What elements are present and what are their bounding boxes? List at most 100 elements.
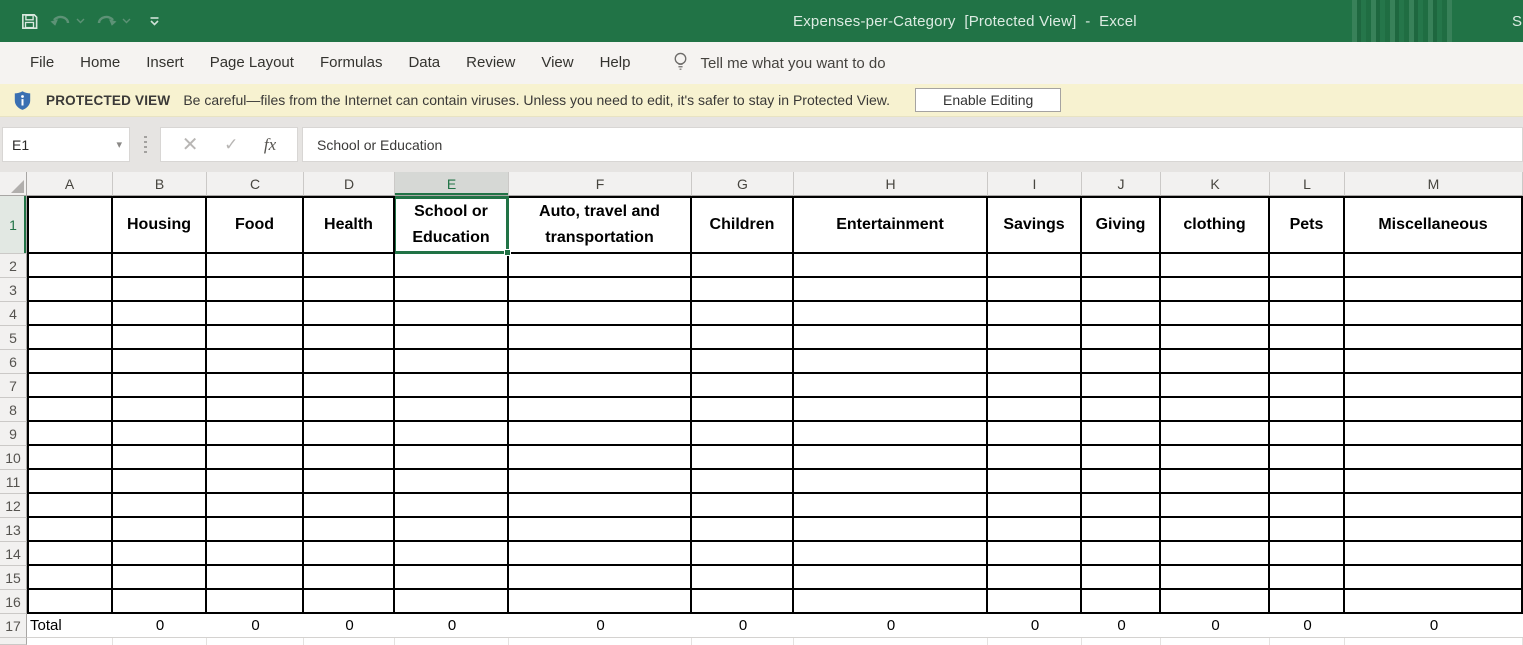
cell-B3[interactable] <box>113 278 207 302</box>
cell-B9[interactable] <box>113 422 207 446</box>
cell-F11[interactable] <box>509 470 692 494</box>
cell-F13[interactable] <box>509 518 692 542</box>
cell-I16[interactable] <box>988 590 1082 614</box>
cell-M16[interactable] <box>1345 590 1523 614</box>
cell-H18[interactable] <box>794 638 988 645</box>
column-header-H[interactable]: H <box>794 172 988 196</box>
cell-A14[interactable] <box>27 542 113 566</box>
cell-K11[interactable] <box>1161 470 1270 494</box>
cell-J12[interactable] <box>1082 494 1161 518</box>
cell-A18[interactable] <box>27 638 113 645</box>
tab-insert[interactable]: Insert <box>133 42 197 84</box>
cell-K14[interactable] <box>1161 542 1270 566</box>
cell-F10[interactable] <box>509 446 692 470</box>
cell-E6[interactable] <box>395 350 509 374</box>
row-header-11[interactable]: 11 <box>0 470 27 494</box>
cell-F3[interactable] <box>509 278 692 302</box>
cell-L15[interactable] <box>1270 566 1345 590</box>
cell-D3[interactable] <box>304 278 395 302</box>
cell-D14[interactable] <box>304 542 395 566</box>
name-box[interactable]: E1 ▾ <box>2 127 130 162</box>
cell-D17[interactable]: 0 <box>304 614 395 638</box>
cell-M17[interactable]: 0 <box>1345 614 1523 638</box>
enable-editing-button[interactable]: Enable Editing <box>915 88 1061 112</box>
account-label[interactable]: S <box>1512 0 1522 42</box>
cell-D11[interactable] <box>304 470 395 494</box>
cell-H15[interactable] <box>794 566 988 590</box>
cell-J1[interactable]: Giving <box>1082 196 1161 254</box>
cell-K13[interactable] <box>1161 518 1270 542</box>
formula-bar-grip[interactable] <box>144 136 147 153</box>
cell-A1[interactable] <box>27 196 113 254</box>
cell-A6[interactable] <box>27 350 113 374</box>
cell-B15[interactable] <box>113 566 207 590</box>
cell-J7[interactable] <box>1082 374 1161 398</box>
cell-C7[interactable] <box>207 374 304 398</box>
cell-L11[interactable] <box>1270 470 1345 494</box>
cell-L13[interactable] <box>1270 518 1345 542</box>
tab-help[interactable]: Help <box>587 42 644 84</box>
cell-H7[interactable] <box>794 374 988 398</box>
cell-K8[interactable] <box>1161 398 1270 422</box>
cell-H14[interactable] <box>794 542 988 566</box>
cell-L18[interactable] <box>1270 638 1345 645</box>
cell-I17[interactable]: 0 <box>988 614 1082 638</box>
row-header-12[interactable]: 12 <box>0 494 27 518</box>
column-header-A[interactable]: A <box>27 172 113 196</box>
cell-I11[interactable] <box>988 470 1082 494</box>
cell-G6[interactable] <box>692 350 794 374</box>
cell-B17[interactable]: 0 <box>113 614 207 638</box>
cell-G15[interactable] <box>692 566 794 590</box>
cell-E16[interactable] <box>395 590 509 614</box>
row-header-8[interactable]: 8 <box>0 398 27 422</box>
cell-I5[interactable] <box>988 326 1082 350</box>
cell-D16[interactable] <box>304 590 395 614</box>
cancel-icon[interactable]: ✕ <box>182 135 199 155</box>
select-all-corner[interactable] <box>0 172 27 196</box>
cell-F17[interactable]: 0 <box>509 614 692 638</box>
cell-B1[interactable]: Housing <box>113 196 207 254</box>
cell-D18[interactable] <box>304 638 395 645</box>
cell-L3[interactable] <box>1270 278 1345 302</box>
cell-I8[interactable] <box>988 398 1082 422</box>
cell-M5[interactable] <box>1345 326 1523 350</box>
cell-A12[interactable] <box>27 494 113 518</box>
cell-G17[interactable]: 0 <box>692 614 794 638</box>
cell-I9[interactable] <box>988 422 1082 446</box>
cell-K7[interactable] <box>1161 374 1270 398</box>
cell-B18[interactable] <box>113 638 207 645</box>
cell-E7[interactable] <box>395 374 509 398</box>
cell-D1[interactable]: Health <box>304 196 395 254</box>
row-header-4[interactable]: 4 <box>0 302 27 326</box>
cell-F8[interactable] <box>509 398 692 422</box>
cell-A13[interactable] <box>27 518 113 542</box>
cell-C8[interactable] <box>207 398 304 422</box>
row-header-2[interactable]: 2 <box>0 254 27 278</box>
redo-icon[interactable] <box>95 13 118 30</box>
cell-L6[interactable] <box>1270 350 1345 374</box>
cell-F7[interactable] <box>509 374 692 398</box>
cell-M6[interactable] <box>1345 350 1523 374</box>
cell-I7[interactable] <box>988 374 1082 398</box>
cell-F16[interactable] <box>509 590 692 614</box>
cell-G7[interactable] <box>692 374 794 398</box>
cell-H16[interactable] <box>794 590 988 614</box>
cell-J16[interactable] <box>1082 590 1161 614</box>
cell-E8[interactable] <box>395 398 509 422</box>
cell-K15[interactable] <box>1161 566 1270 590</box>
cell-A11[interactable] <box>27 470 113 494</box>
cell-C17[interactable]: 0 <box>207 614 304 638</box>
redo-dropdown-icon[interactable] <box>122 18 131 24</box>
column-header-F[interactable]: F <box>509 172 692 196</box>
cell-M10[interactable] <box>1345 446 1523 470</box>
cell-B5[interactable] <box>113 326 207 350</box>
cell-B8[interactable] <box>113 398 207 422</box>
tab-view[interactable]: View <box>528 42 586 84</box>
cell-L10[interactable] <box>1270 446 1345 470</box>
tab-review[interactable]: Review <box>453 42 528 84</box>
cell-C11[interactable] <box>207 470 304 494</box>
cell-D15[interactable] <box>304 566 395 590</box>
cell-C5[interactable] <box>207 326 304 350</box>
cell-C4[interactable] <box>207 302 304 326</box>
cell-F9[interactable] <box>509 422 692 446</box>
